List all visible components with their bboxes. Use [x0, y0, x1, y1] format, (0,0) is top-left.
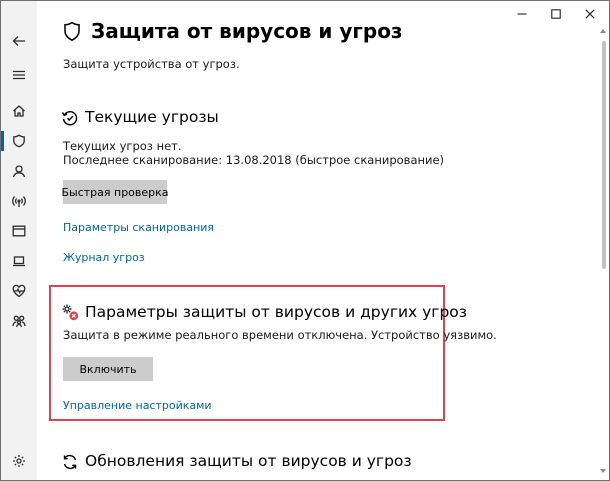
minimize-button[interactable] — [506, 1, 538, 27]
last-scan-text: Последнее сканирование: 13.08.2018 (быст… — [63, 153, 445, 167]
hamburger-menu-icon — [13, 70, 25, 80]
threat-history-link[interactable]: Журнал угроз — [63, 251, 145, 264]
manage-settings-link[interactable]: Управление настройками — [63, 399, 212, 412]
nav-home[interactable] — [1, 97, 37, 125]
app-browser-control-icon — [12, 225, 26, 237]
page-shield-icon — [64, 21, 80, 42]
maximize-icon — [551, 9, 561, 19]
shield-icon — [13, 134, 25, 148]
nav-account-protection[interactable] — [1, 157, 37, 185]
family-options-icon — [12, 315, 26, 328]
back-button[interactable] — [1, 27, 37, 55]
settings-gear-icon — [13, 455, 25, 467]
nav-settings[interactable] — [1, 447, 37, 475]
firewall-network-icon — [12, 196, 26, 207]
nav-firewall[interactable] — [1, 187, 37, 215]
security-window: Защита от вирусов и угроз Защита устройс… — [0, 0, 610, 481]
enable-button[interactable]: Включить — [63, 357, 153, 381]
scan-history-icon — [61, 111, 78, 126]
nav-device-health[interactable] — [1, 277, 37, 305]
device-health-icon — [12, 284, 26, 298]
nav-device-security[interactable] — [1, 247, 37, 275]
scan-options-link[interactable]: Параметры сканирования — [63, 221, 214, 234]
nav-family-options[interactable] — [1, 307, 37, 335]
device-security-icon — [13, 256, 25, 267]
maximize-button[interactable] — [540, 1, 572, 27]
current-threats-title: Текущие угрозы — [85, 108, 219, 126]
scroll-down-arrow-icon[interactable] — [599, 467, 607, 475]
back-arrow-icon — [12, 36, 25, 46]
menu-button[interactable] — [1, 61, 37, 89]
close-button[interactable] — [574, 1, 606, 27]
protection-updates-title: Обновления защиты от вирусов и угроз — [85, 452, 412, 470]
update-refresh-icon — [63, 454, 77, 470]
settings-warning-icon — [62, 304, 79, 321]
nav-app-browser-control[interactable] — [1, 217, 37, 245]
realtime-protection-status: Защита в режиме реального времени отключ… — [63, 328, 497, 342]
page-subtitle: Защита устройства от угроз. — [63, 57, 240, 71]
nav-rail — [1, 1, 37, 480]
scrollbar-thumb[interactable] — [602, 41, 606, 269]
account-icon — [12, 165, 26, 178]
page-title: Защита от вирусов и угроз — [91, 19, 403, 43]
threats-status: Текущих угроз нет. — [63, 139, 182, 153]
minimize-icon — [517, 13, 527, 15]
home-icon — [13, 105, 25, 117]
scroll-up-arrow-icon[interactable] — [599, 27, 607, 35]
nav-virus-protection[interactable] — [1, 127, 37, 155]
close-icon — [585, 9, 595, 19]
quick-scan-button[interactable]: Быстрая проверка — [61, 180, 169, 204]
protection-settings-title: Параметры защиты от вирусов и других угр… — [85, 303, 468, 321]
